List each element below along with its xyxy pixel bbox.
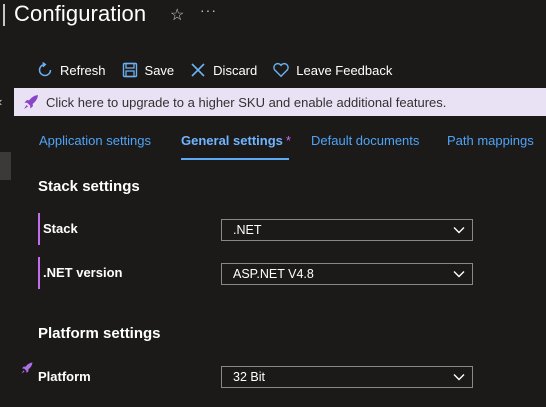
stack-dropdown-value: .NET	[233, 223, 262, 237]
platform-dropdown[interactable]: 32 Bit	[221, 366, 473, 388]
chevron-down-icon	[453, 271, 465, 278]
discard-button[interactable]: Discard	[189, 61, 257, 79]
discard-label: Discard	[213, 62, 258, 78]
settings-tabs: Application settings General settings * D…	[30, 124, 546, 160]
rocket-icon	[24, 95, 38, 109]
field-modified-indicator	[38, 213, 40, 245]
chevron-down-icon	[453, 374, 465, 381]
command-toolbar: Refresh Save Discard Leave Feedback	[36, 57, 407, 83]
stack-field-row: Stack .NET	[38, 213, 478, 247]
title-bar: Configuration ☆ ···	[0, 0, 546, 34]
stack-dropdown[interactable]: .NET	[221, 219, 473, 241]
left-nav-marker	[0, 152, 11, 180]
refresh-icon	[38, 61, 52, 77]
tab-application-settings[interactable]: Application settings	[39, 133, 151, 148]
page-title: Configuration	[14, 1, 147, 26]
stack-settings-heading: Stack settings	[38, 178, 140, 195]
net-version-dropdown[interactable]: ASP.NET V4.8	[221, 263, 473, 285]
save-button[interactable]: Save	[121, 61, 175, 79]
close-icon	[191, 63, 205, 77]
leave-feedback-label: Leave Feedback	[296, 62, 393, 78]
left-nav-strip: ‹	[0, 34, 12, 407]
unsaved-changes-marker: *	[285, 133, 291, 148]
tab-path-mappings[interactable]: Path mappings	[447, 133, 534, 148]
stack-label: Stack	[43, 221, 78, 236]
rocket-icon	[21, 362, 33, 374]
chevron-down-icon	[453, 227, 465, 234]
upgrade-banner-text: Click here to upgrade to a higher SKU an…	[46, 94, 447, 110]
save-icon	[122, 62, 137, 78]
leave-feedback-button[interactable]: Leave Feedback	[272, 61, 392, 79]
save-label: Save	[144, 62, 175, 78]
net-version-dropdown-value: ASP.NET V4.8	[233, 267, 314, 281]
star-icon[interactable]: ☆	[170, 5, 184, 25]
tab-general-settings[interactable]: General settings *	[181, 133, 291, 148]
heart-icon	[273, 62, 290, 78]
net-version-field-row: .NET version ASP.NET V4.8	[38, 257, 478, 291]
upgrade-banner[interactable]: Click here to upgrade to a higher SKU an…	[14, 88, 546, 116]
net-version-label: .NET version	[43, 265, 123, 280]
title-divider	[3, 4, 5, 26]
refresh-button[interactable]: Refresh	[36, 61, 106, 79]
tab-general-settings-label: General settings	[181, 133, 283, 148]
active-tab-underline	[181, 158, 289, 160]
field-modified-indicator	[38, 257, 40, 289]
collapse-chevron-icon[interactable]: ‹	[0, 94, 2, 109]
platform-label: Platform	[38, 369, 91, 384]
platform-settings-heading: Platform settings	[38, 325, 161, 342]
platform-dropdown-value: 32 Bit	[233, 370, 265, 384]
tab-default-documents[interactable]: Default documents	[311, 133, 419, 148]
refresh-label: Refresh	[60, 62, 106, 78]
more-horizontal-icon[interactable]: ···	[200, 2, 217, 18]
